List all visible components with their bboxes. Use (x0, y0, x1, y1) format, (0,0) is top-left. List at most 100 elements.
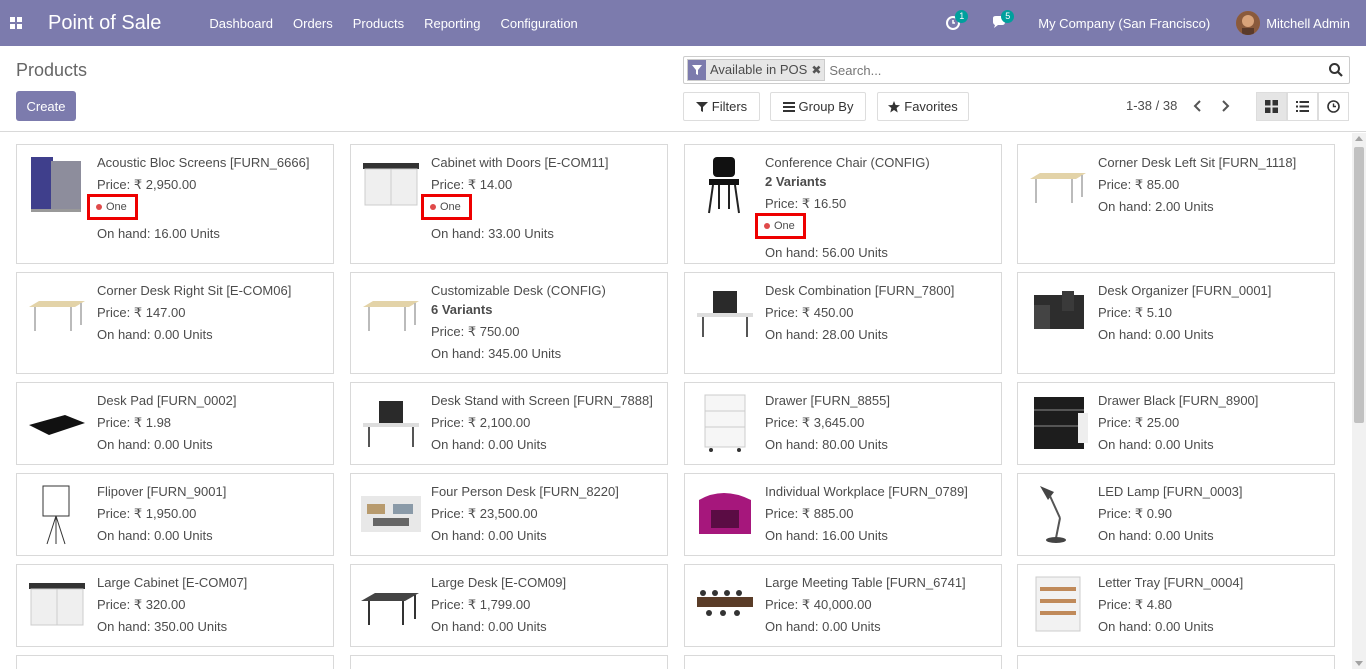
product-card-body: Corner Desk Right Sit [E-COM06] Price: ₹ … (97, 283, 329, 343)
facet-remove-icon[interactable]: ✖ (811, 60, 824, 80)
search-icon[interactable] (1329, 63, 1343, 80)
product-card[interactable]: Large Meeting Table [FURN_6741] Price: ₹ … (684, 564, 1002, 647)
scroll-down-icon[interactable] (1355, 661, 1363, 666)
app-title[interactable]: Point of Sale (48, 12, 161, 35)
pager-value[interactable]: 1-38 / 38 (1126, 98, 1177, 113)
search-input[interactable] (829, 62, 1310, 78)
product-tag: One (755, 213, 806, 239)
product-card[interactable]: LED Lamp [FURN_0003] Price: ₹ 0.90 On hand… (1017, 473, 1335, 556)
product-on-hand: On hand: 0.00 Units (765, 619, 881, 634)
page-title: Products (16, 60, 88, 80)
create-button[interactable]: Create (16, 91, 76, 121)
product-image (699, 493, 751, 534)
product-name: Large Desk [E-COM09] (431, 575, 567, 590)
product-name: Individual Workplace [FURN_0789] (765, 484, 968, 499)
product-card[interactable]: Large Cabinet [E-COM07] Price: ₹ 320.00 On… (16, 564, 334, 647)
tag-label: One (774, 220, 795, 232)
apps-menu-icon[interactable] (0, 0, 32, 46)
product-name: Drawer Black [FURN_8900] (1098, 393, 1259, 408)
product-image (363, 401, 419, 447)
tag-color-dot (430, 204, 436, 210)
filters-button[interactable]: Filters (683, 92, 760, 121)
pager-next-icon[interactable] (1219, 98, 1231, 114)
product-variants: 2 Variants (765, 174, 827, 189)
product-image (42, 485, 70, 545)
group-by-button[interactable]: Group By (770, 92, 866, 121)
top-navbar: Point of Sale Dashboard Orders Products … (0, 0, 1366, 46)
company-switcher[interactable]: My Company (San Francisco) (1038, 16, 1210, 31)
product-name: Corner Desk Right Sit [E-COM06] (97, 283, 292, 298)
menu-dashboard[interactable]: Dashboard (209, 16, 273, 31)
search-bar: Available in POS ✖ (683, 56, 1350, 84)
product-card[interactable]: Conference Chair (CONFIG) 2 Variants Price… (684, 144, 1002, 264)
product-card[interactable]: Desk Stand with Screen [FURN_7888] Price:… (350, 382, 668, 465)
product-card[interactable]: Desk Organizer [FURN_0001] Price: ₹ 5.10 O… (1017, 272, 1335, 374)
user-avatar[interactable] (1236, 11, 1261, 35)
product-price: Price: ₹ 1,950.00 (97, 506, 197, 521)
product-name: Corner Desk Left Sit [FURN_1118] (1098, 155, 1297, 170)
product-image (708, 157, 740, 214)
star-icon (888, 100, 901, 112)
product-image (704, 394, 746, 452)
facet-label: Available in POS (710, 62, 808, 77)
product-name: Cabinet with Doors [E-COM11] (431, 155, 609, 170)
product-card[interactable]: Drawer Black [FURN_8900] Price: ₹ 25.00 On… (1017, 382, 1335, 465)
product-price: Price: ₹ 0.90 (1098, 506, 1173, 521)
search-facet: Available in POS ✖ (687, 59, 826, 81)
product-name: Desk Stand with Screen [FURN_7888] (431, 393, 653, 408)
product-card[interactable]: Desk Pad [FURN_0002] Price: ₹ 1.98 On hand… (16, 382, 334, 465)
product-price: Price: ₹ 40,000.00 (765, 597, 872, 612)
menu-orders[interactable]: Orders (293, 16, 333, 31)
product-variants: 6 Variants (431, 302, 493, 317)
product-card-body: Corner Desk Left Sit [FURN_1118] Price: ₹… (1098, 155, 1330, 215)
product-card[interactable]: Corner Desk Left Sit [FURN_1118] Price: ₹… (1017, 144, 1335, 264)
product-card[interactable]: Customizable Desk (CONFIG) 6 Variants Pric… (350, 272, 668, 374)
messages-button[interactable]: 5 (992, 10, 1015, 32)
product-image (697, 590, 753, 616)
menu-configuration[interactable]: Configuration (500, 16, 577, 31)
product-image (363, 301, 419, 331)
product-name: Desk Pad [FURN_0002] (97, 393, 237, 408)
product-card[interactable] (684, 655, 1002, 669)
product-card[interactable]: Individual Workplace [FURN_0789] Price: ₹… (684, 473, 1002, 556)
product-card[interactable]: Drawer [FURN_8855] Price: ₹ 3,645.00 On ha… (684, 382, 1002, 465)
user-menu[interactable]: Mitchell Admin (1266, 16, 1350, 31)
activity-button[interactable]: 1 (946, 10, 969, 32)
list-view-button[interactable] (1287, 92, 1318, 121)
activity-view-button[interactable] (1318, 92, 1349, 121)
product-card[interactable] (1017, 655, 1335, 669)
product-on-hand: On hand: 0.00 Units (97, 327, 213, 342)
product-image (1034, 397, 1088, 449)
product-card[interactable]: Cabinet with Doors [E-COM11] Price: ₹ 14.… (350, 144, 668, 264)
product-card[interactable]: Acoustic Bloc Screens [FURN_6666] Price: … (16, 144, 334, 264)
product-image (697, 291, 753, 337)
menu-products[interactable]: Products (353, 16, 404, 31)
product-name: Four Person Desk [FURN_8220] (431, 484, 619, 499)
product-card[interactable] (16, 655, 334, 669)
product-card[interactable]: Corner Desk Right Sit [E-COM06] Price: ₹ … (16, 272, 334, 374)
favorites-label: Favorites (904, 99, 958, 114)
favorites-button[interactable]: Favorites (877, 92, 969, 121)
clock-icon (1327, 100, 1340, 113)
scroll-up-icon[interactable] (1355, 136, 1363, 141)
kanban-view-button[interactable] (1256, 92, 1287, 121)
product-price: Price: ₹ 750.00 (431, 324, 520, 339)
product-on-hand: On hand: 16.00 Units (97, 226, 220, 241)
product-card[interactable]: Letter Tray [FURN_0004] Price: ₹ 4.80 On h… (1017, 564, 1335, 647)
product-name: Drawer [FURN_8855] (765, 393, 890, 408)
bars-icon (782, 101, 795, 112)
product-card[interactable]: Flipover [FURN_9001] Price: ₹ 1,950.00 On … (16, 473, 334, 556)
product-card[interactable]: Four Person Desk [FURN_8220] Price: ₹ 23,… (350, 473, 668, 556)
product-image (361, 593, 419, 625)
menu-reporting[interactable]: Reporting (424, 16, 480, 31)
product-image (29, 415, 85, 435)
pager-previous-icon[interactable] (1192, 98, 1204, 114)
product-card[interactable]: Large Desk [E-COM09] Price: ₹ 1,799.00 On … (350, 564, 668, 647)
product-card[interactable] (350, 655, 668, 669)
product-price: Price: ₹ 5.10 (1098, 305, 1173, 320)
product-card[interactable]: Desk Combination [FURN_7800] Price: ₹ 450… (684, 272, 1002, 374)
scrollbar[interactable] (1352, 133, 1366, 669)
scroll-thumb[interactable] (1354, 147, 1364, 423)
product-card-body: Large Meeting Table [FURN_6741] Price: ₹ … (765, 575, 997, 635)
product-tag: One (87, 194, 138, 220)
